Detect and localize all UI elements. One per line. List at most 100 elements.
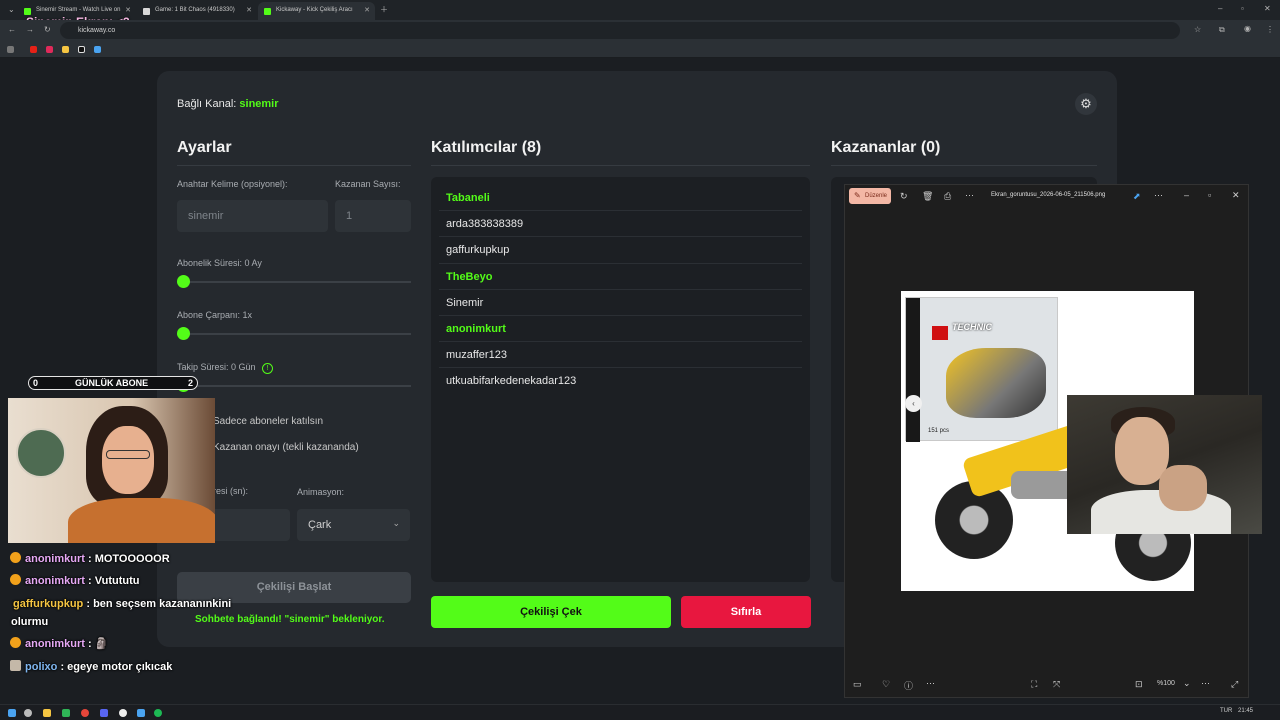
favorite-heart-icon[interactable]: ♡ — [882, 679, 890, 690]
minimize-window-icon[interactable]: – — [1184, 190, 1189, 200]
more-icon[interactable]: ⋯ — [1154, 190, 1163, 201]
settings-gear-icon[interactable]: ⚙ — [1075, 93, 1097, 115]
info-icon[interactable]: ⓘ — [904, 679, 913, 692]
more-icon[interactable]: ⋯ — [1201, 678, 1210, 689]
winners-heading: Kazananlar (0) — [831, 139, 941, 156]
actual-size-icon[interactable]: ⤧ — [1053, 679, 1060, 690]
extensions-icon[interactable]: ⧉ — [1219, 25, 1225, 35]
participant-row[interactable]: anonimkurt — [439, 316, 802, 343]
chrome-icon[interactable] — [81, 709, 89, 717]
participant-row[interactable]: Tabaneli — [439, 185, 802, 212]
active-app-icon[interactable] — [137, 709, 145, 717]
close-tab-icon[interactable]: ✕ — [246, 6, 252, 14]
close-window-icon[interactable]: ✕ — [1264, 4, 1271, 13]
winner-count-input[interactable]: 1 — [335, 200, 411, 232]
previous-image-icon[interactable]: ‹ — [905, 395, 922, 412]
tray-clock[interactable]: 21:45 — [1238, 708, 1253, 714]
bookmark-tiktok-icon[interactable] — [78, 46, 85, 53]
duration-label: resi (sn): — [213, 486, 249, 496]
participant-row[interactable]: utkuabifarkedenekadar123 — [439, 368, 802, 394]
more-icon[interactable]: ⋯ — [926, 678, 935, 689]
app-icon[interactable] — [62, 709, 70, 717]
keyword-input[interactable]: sinemir — [177, 200, 328, 232]
zoom-fit-icon[interactable]: ⊡ — [1135, 679, 1143, 690]
start-icon[interactable] — [8, 709, 16, 717]
follow-duration-text: Takip Süresi: 0 Gün — [177, 362, 256, 372]
follow-duration-slider[interactable] — [177, 379, 411, 392]
filmstrip-icon[interactable]: ▭ — [853, 679, 862, 690]
winner-confirm-checkbox[interactable]: Kazanan onayı (tekli kazananda) — [213, 442, 359, 453]
close-tab-icon[interactable]: ✕ — [125, 6, 131, 14]
lego-logo-icon — [932, 326, 948, 340]
restore-window-icon[interactable]: ▫ — [1241, 4, 1244, 13]
draw-button[interactable]: Çekilişi Çek — [431, 596, 671, 628]
discord-icon[interactable] — [100, 709, 108, 717]
spotify-icon[interactable] — [154, 709, 162, 717]
only-subs-checkbox[interactable]: Sadece aboneler katılsın — [213, 416, 323, 427]
bookmark-youtube-icon[interactable] — [30, 46, 37, 53]
slider-handle[interactable] — [177, 275, 190, 288]
participant-row[interactable]: muzaffer123 — [439, 342, 802, 369]
profile-avatar-icon[interactable]: ◉ — [1244, 24, 1251, 33]
kick-favicon-icon — [24, 8, 31, 15]
animation-select[interactable]: Çark ⌄ — [297, 509, 410, 541]
chat-message: anonimkurt : MOTOOOOOR — [10, 551, 170, 567]
tab-kickaway[interactable]: Kickaway - Kick Çekiliş Aracı ✕ — [258, 2, 375, 20]
participants-heading: Katılımcılar (8) — [431, 139, 542, 156]
rotate-icon[interactable]: ↻ — [900, 191, 908, 202]
forward-icon[interactable]: → — [26, 25, 34, 34]
delete-icon[interactable]: 🗑 — [922, 191, 933, 202]
chevron-down-icon[interactable]: ⌄ — [1183, 678, 1191, 689]
bookmark-folder-icon[interactable] — [62, 46, 69, 53]
explorer-icon[interactable] — [43, 709, 51, 717]
fit-to-window-icon[interactable]: ⛶ — [1031, 679, 1037, 690]
bookmark-pinterest-icon[interactable] — [46, 46, 53, 53]
person-hand — [1159, 465, 1207, 511]
bookmarks-bar — [0, 41, 1280, 58]
back-icon[interactable]: ← — [8, 25, 16, 34]
divider — [431, 165, 810, 166]
more-icon[interactable]: ⋯ — [965, 190, 974, 201]
address-bar[interactable]: kickaway.co — [60, 22, 1180, 39]
box-motorcycle-image — [946, 348, 1046, 418]
tab-title: Sinemir Stream - Watch Live on — [36, 7, 121, 13]
bookmark-star-icon[interactable] — [94, 46, 101, 53]
tray-lang[interactable]: TUR — [1220, 708, 1232, 714]
info-icon[interactable]: ! — [262, 363, 274, 374]
obs-icon[interactable] — [119, 709, 127, 717]
maximize-window-icon[interactable]: ▫ — [1208, 190, 1211, 200]
participant-row[interactable]: Sinemir — [439, 290, 802, 316]
chat-text: : egeye motor çıkıcak — [60, 661, 173, 673]
apps-icon[interactable] — [7, 46, 14, 53]
close-tab-icon[interactable]: ✕ — [364, 6, 370, 14]
webcam-overlay-right — [1067, 395, 1262, 534]
sub-duration-slider[interactable] — [177, 275, 411, 288]
close-window-icon[interactable]: ✕ — [1232, 190, 1240, 201]
zoom-level[interactable]: %100 — [1157, 680, 1175, 687]
tab-game[interactable]: Game: 1 Bit Chaos (4918330) ✕ — [137, 2, 257, 20]
fullscreen-icon[interactable]: ⤢ — [1231, 679, 1238, 690]
slider-handle[interactable] — [177, 327, 190, 340]
print-icon[interactable]: ⎙ — [944, 191, 951, 202]
bookmark-star-icon[interactable]: ☆ — [1194, 25, 1201, 34]
participants-list[interactable]: Tabaneli arda383838389 gaffurkupkup TheB… — [431, 177, 810, 582]
tab-search-icon[interactable]: ⌄ — [8, 5, 15, 14]
participant-row[interactable]: TheBeyo — [439, 264, 802, 290]
reload-icon[interactable]: ↻ — [44, 25, 51, 34]
person-shirt — [68, 498, 215, 543]
participant-row[interactable]: gaffurkupkup — [439, 237, 802, 264]
edit-pencil-icon: ✎ — [854, 191, 861, 200]
participant-row[interactable]: arda383838389 — [439, 211, 802, 238]
new-tab-icon[interactable]: ＋ — [380, 4, 388, 15]
sub-multiplier-label: Abone Çarpanı: 1x — [177, 310, 253, 320]
reset-button[interactable]: Sıfırla — [681, 596, 811, 628]
winner-count-label: Kazanan Sayısı: — [335, 179, 401, 189]
minimize-window-icon[interactable]: – — [1218, 4, 1222, 13]
chat-user: polixo — [25, 661, 58, 673]
share-icon[interactable]: ⬈ — [1133, 191, 1141, 202]
search-icon[interactable] — [24, 709, 32, 717]
browser-menu-icon[interactable]: ⋮ — [1266, 25, 1274, 34]
edit-button[interactable]: ✎ Düzenle — [849, 188, 891, 204]
sub-multiplier-slider[interactable] — [177, 327, 411, 340]
goal-label: GÜNLÜK ABONE — [75, 378, 149, 388]
